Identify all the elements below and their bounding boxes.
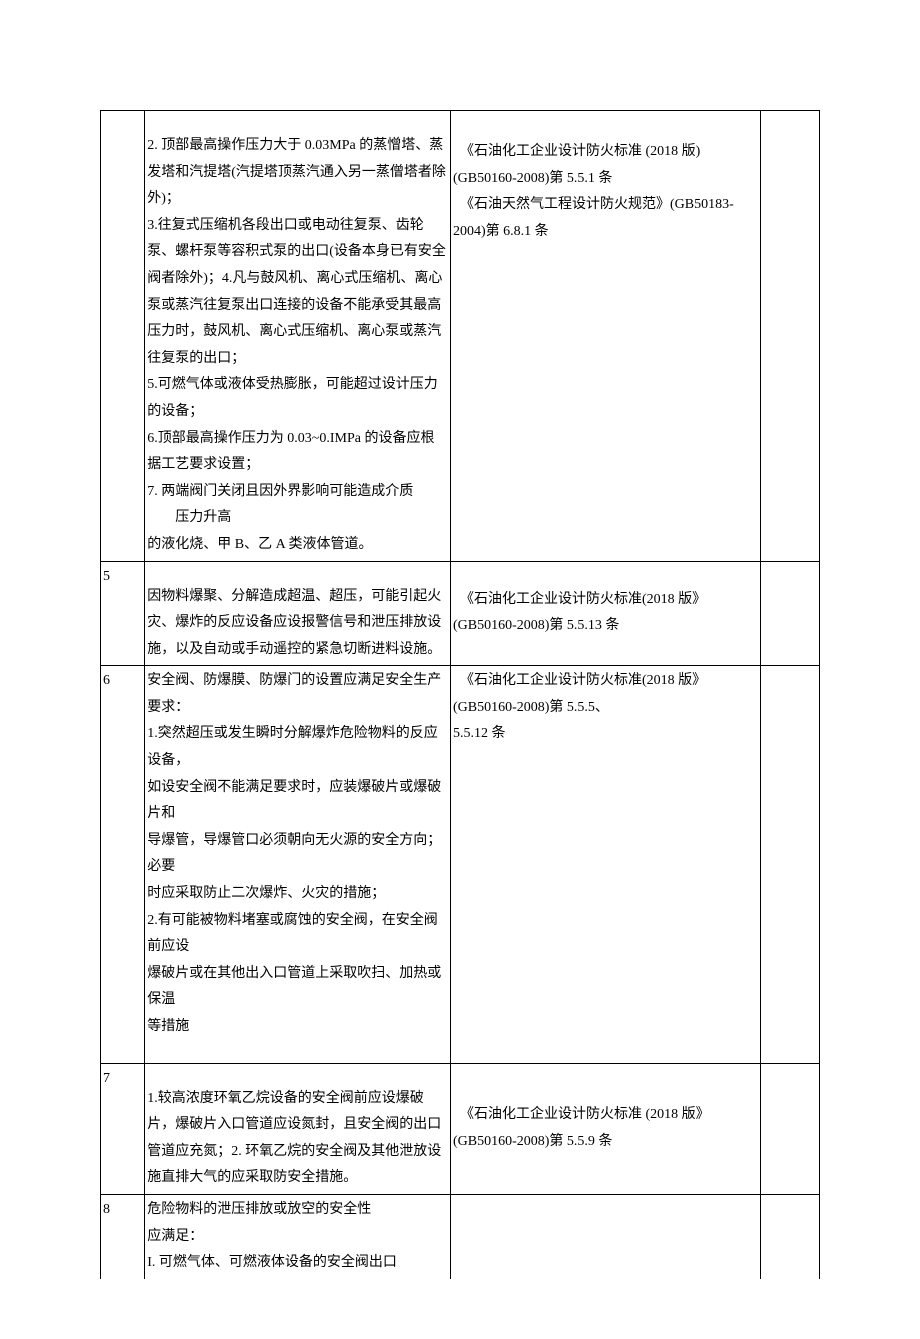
empty-cell bbox=[760, 1194, 819, 1278]
requirement-cell: 危险物料的泄压排放或放空的安全性 应满足： I. 可燃气体、可燃液体设备的安全阀… bbox=[145, 1194, 451, 1278]
requirement-cell: 安全阀、防爆膜、防爆门的设置应满足安全生产要求： 1.突然超压或发生瞬时分解爆炸… bbox=[145, 666, 451, 1063]
req-text: 时应采取防止二次爆炸、火灾的措施； bbox=[147, 886, 385, 901]
document-page: 2. 顶部最高操作压力大于 0.03MPa 的蒸憎塔、蒸发塔和汽提塔(汽提塔顶蒸… bbox=[0, 0, 920, 1339]
ref-text: 《石油化工企业设计防火标准(2018 版》(GB50160-2008)第 5.5… bbox=[453, 592, 706, 634]
req-text: 6.顶部最高操作压力为 0.03~0.IMPa 的设备应根据工艺要求设置； bbox=[147, 431, 434, 473]
row-number: 7 bbox=[101, 1063, 145, 1194]
req-text: 1.突然超压或发生瞬时分解爆炸危险物料的反应设备， bbox=[147, 726, 438, 768]
table-row: 2. 顶部最高操作压力大于 0.03MPa 的蒸憎塔、蒸发塔和汽提塔(汽提塔顶蒸… bbox=[101, 111, 820, 562]
ref-text: 《石油化工企业设计防火标准 (2018 版》(GB50160-2008)第 5.… bbox=[453, 1107, 710, 1149]
table-row: 6 安全阀、防爆膜、防爆门的设置应满足安全生产要求： 1.突然超压或发生瞬时分解… bbox=[101, 666, 820, 1063]
ref-text: 5.5.12 条 bbox=[453, 726, 506, 741]
req-text: 2.有可能被物料堵塞或腐蚀的安全阀，在安全阀前应设 bbox=[147, 913, 438, 955]
row-number: 8 bbox=[101, 1194, 145, 1278]
ref-text: 《石油化工企业设计防火标准(2018 版》(GB50160-2008)第 5.5… bbox=[453, 673, 706, 715]
reference-cell bbox=[450, 1194, 760, 1278]
req-text: 危险物料的泄压排放或放空的安全性 bbox=[147, 1202, 371, 1217]
req-text: 等措施 bbox=[147, 1019, 189, 1034]
empty-cell bbox=[760, 1063, 819, 1194]
reference-cell: 《石油化工企业设计防火标准 (2018 版) (GB50160-2008)第 5… bbox=[450, 111, 760, 562]
reference-cell: 《石油化工企业设计防火标准(2018 版》(GB50160-2008)第 5.5… bbox=[450, 666, 760, 1063]
ref-text: 《石油化工企业设计防火标准 (2018 版) (GB50160-2008)第 5… bbox=[453, 144, 700, 186]
requirement-cell: 2. 顶部最高操作压力大于 0.03MPa 的蒸憎塔、蒸发塔和汽提塔(汽提塔顶蒸… bbox=[145, 111, 451, 562]
req-text: 应满足： bbox=[147, 1229, 203, 1244]
req-text: 因物料爆聚、分解造成超温、超压，可能引起火灾、爆炸的反应设备应设报警信号和泄压排… bbox=[147, 589, 441, 657]
table-row: 5 因物料爆聚、分解造成超温、超压，可能引起火灾、爆炸的反应设备应设报警信号和泄… bbox=[101, 561, 820, 666]
req-text: 1.较高浓度环氧乙烷设备的安全阀前应设爆破片，爆破片入口管道应设氮封，且安全阀的… bbox=[147, 1091, 441, 1186]
row-number: 6 bbox=[101, 666, 145, 1063]
req-text: I. 可燃气体、可燃液体设备的安全阀出口 bbox=[147, 1255, 397, 1270]
empty-cell bbox=[760, 666, 819, 1063]
req-text: 爆破片或在其他出入口管道上采取吹扫、加热或保温 bbox=[147, 966, 441, 1008]
req-text: 如设安全阀不能满足要求时，应装爆破片或爆破片和 bbox=[147, 780, 441, 822]
row-number bbox=[101, 111, 145, 562]
req-text: 压力升高 bbox=[147, 505, 447, 532]
reference-cell: 《石油化工企业设计防火标准(2018 版》(GB50160-2008)第 5.5… bbox=[450, 561, 760, 666]
requirements-table: 2. 顶部最高操作压力大于 0.03MPa 的蒸憎塔、蒸发塔和汽提塔(汽提塔顶蒸… bbox=[100, 110, 820, 1279]
requirement-cell: 1.较高浓度环氧乙烷设备的安全阀前应设爆破片，爆破片入口管道应设氮封，且安全阀的… bbox=[145, 1063, 451, 1194]
reference-cell: 《石油化工企业设计防火标准 (2018 版》(GB50160-2008)第 5.… bbox=[450, 1063, 760, 1194]
req-text: 安全阀、防爆膜、防爆门的设置应满足安全生产要求： bbox=[147, 673, 441, 715]
empty-cell bbox=[760, 111, 819, 562]
req-text: 7. 两端阀门关闭且因外界影响可能造成介质 bbox=[147, 484, 413, 499]
table-row: 7 1.较高浓度环氧乙烷设备的安全阀前应设爆破片，爆破片入口管道应设氮封，且安全… bbox=[101, 1063, 820, 1194]
req-text: 2. 顶部最高操作压力大于 0.03MPa 的蒸憎塔、蒸发塔和汽提塔(汽提塔顶蒸… bbox=[147, 138, 446, 206]
empty-cell bbox=[760, 561, 819, 666]
table-row: 8 危险物料的泄压排放或放空的安全性 应满足： I. 可燃气体、可燃液体设备的安… bbox=[101, 1194, 820, 1278]
req-text: 3.往复式压缩机各段出口或电动往复泵、齿轮泵、螺杆泵等容积式泵的出口(设备本身已… bbox=[147, 218, 446, 366]
row-number: 5 bbox=[101, 561, 145, 666]
ref-text: 《石油天然气工程设计防火规范》(GB50183-2004)第 6.8.1 条 bbox=[453, 197, 734, 239]
req-text: 的液化烧、甲 B、乙 A 类液体管道。 bbox=[147, 537, 372, 552]
requirement-cell: 因物料爆聚、分解造成超温、超压，可能引起火灾、爆炸的反应设备应设报警信号和泄压排… bbox=[145, 561, 451, 666]
req-text: 5.可燃气体或液体受热膨胀，可能超过设计压力的设备； bbox=[147, 377, 438, 419]
req-text: 导爆管，导爆管口必须朝向无火源的安全方向；必要 bbox=[147, 833, 441, 875]
